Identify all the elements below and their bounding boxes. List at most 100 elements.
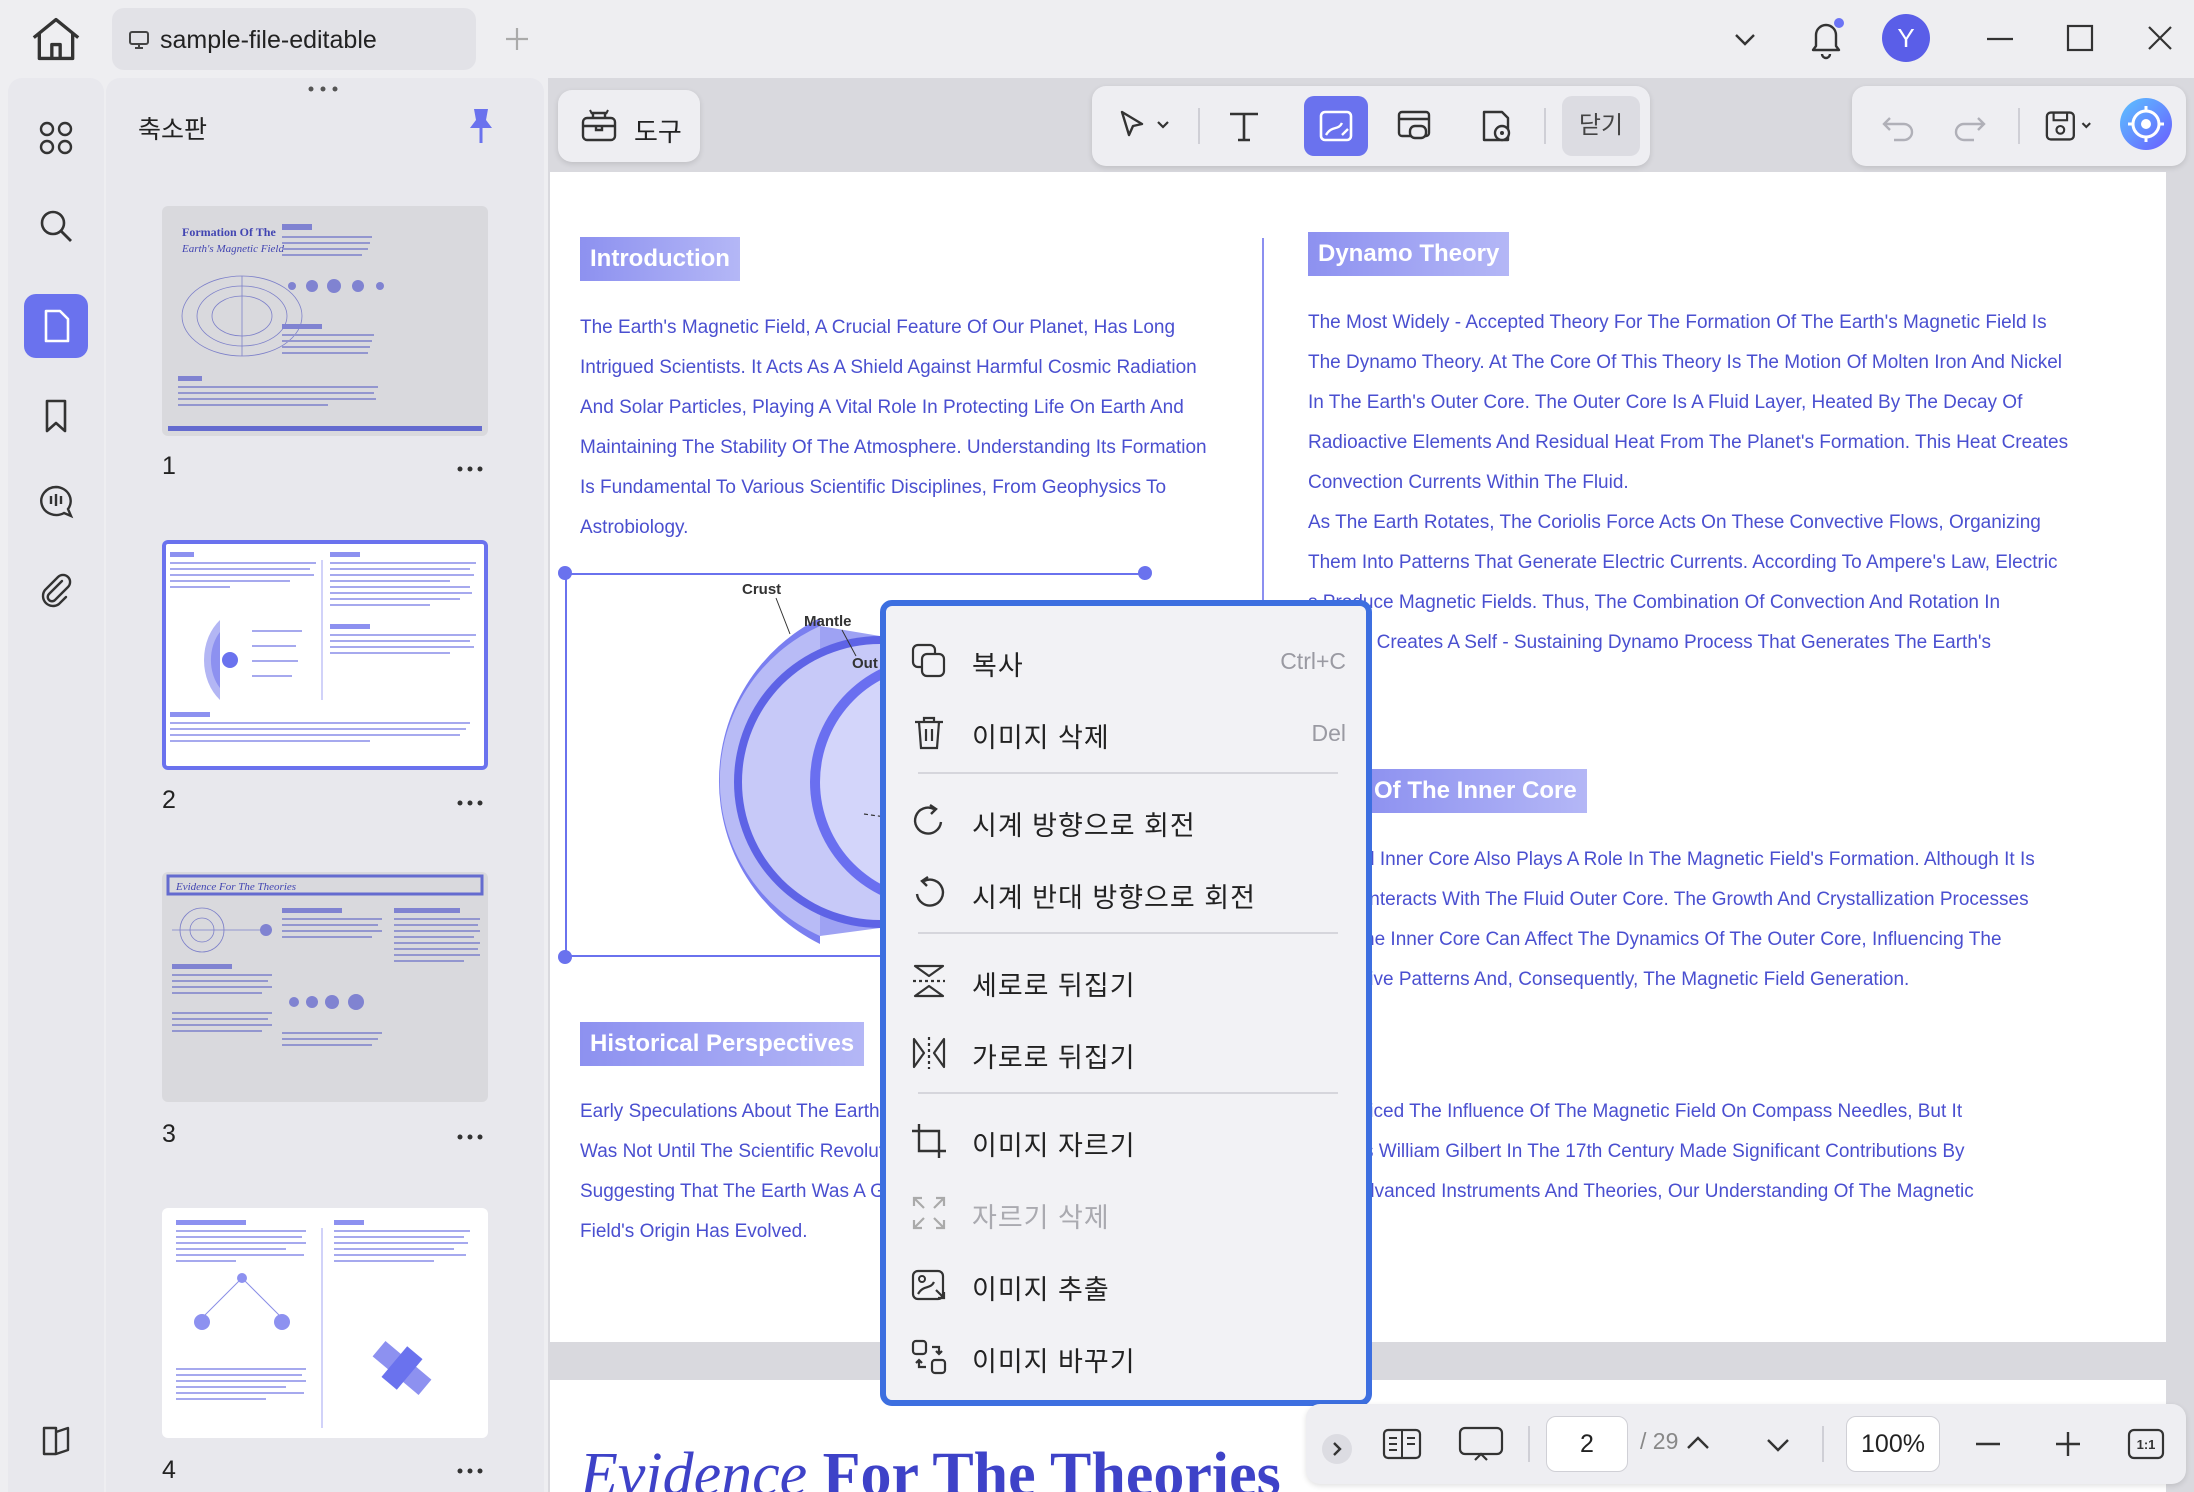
tools-button[interactable]: 도구	[558, 90, 700, 162]
page-thumbnail-2[interactable]	[162, 540, 488, 770]
title-part-italic: Evidence	[580, 1441, 808, 1492]
text-line: Radioactive Elements And Residual Heat F…	[1308, 432, 2069, 453]
document-tab[interactable]: sample-file-editable	[112, 8, 476, 70]
image-edit-icon[interactable]	[1304, 96, 1368, 156]
image-context-menu: 복사 Ctrl+C 이미지 삭제 Del 시계 방향으로 회전 시계 반대 방향…	[880, 600, 1372, 1406]
resize-handle[interactable]	[558, 950, 572, 964]
chevron-down-icon[interactable]	[1756, 1422, 1800, 1466]
section-heading-historical[interactable]: Historical Perspectives	[580, 1022, 865, 1066]
resize-handle[interactable]	[1138, 566, 1152, 580]
link-tool-icon[interactable]	[1382, 96, 1446, 156]
layers-icon[interactable]	[24, 1408, 88, 1472]
comment-icon[interactable]	[24, 470, 88, 534]
text-line: Early Speculations About The Earth'	[580, 1101, 884, 1122]
next-page-title[interactable]: Evidence For The Theories	[580, 1440, 1281, 1492]
resize-handle[interactable]	[306, 84, 340, 94]
expand-toggle-icon[interactable]	[1320, 1427, 1354, 1471]
pin-icon[interactable]	[464, 106, 498, 146]
menu-item-label: 복사	[972, 651, 1024, 681]
section-heading-dynamo[interactable]: Dynamo Theory	[1308, 232, 1510, 276]
add-tab-icon[interactable]	[500, 22, 534, 56]
crop-icon	[910, 1122, 948, 1160]
text-line: The Most Widely - Accepted Theory For Th…	[1308, 312, 2047, 333]
actual-size-button[interactable]: 1:1	[2124, 1422, 2168, 1466]
avatar[interactable]: Y	[1882, 14, 1930, 62]
chevron-up-icon[interactable]	[1676, 1422, 1720, 1466]
historical-paragraph[interactable]: Early Speculations About The Earth' Was N…	[580, 1092, 885, 1252]
current-page-input[interactable]: 2	[1546, 1416, 1628, 1472]
total-pages: / 29	[1640, 1428, 1679, 1454]
attachment-icon[interactable]	[24, 558, 88, 622]
page-layout-icon[interactable]	[1380, 1422, 1424, 1466]
text-line: Suggesting That The Earth Was A G	[580, 1181, 885, 1202]
menu-item-label: 이미지 추출	[972, 1275, 1110, 1305]
save-icon[interactable]	[2030, 96, 2108, 156]
zoom-in-icon[interactable]	[2046, 1422, 2090, 1466]
zoom-out-icon[interactable]	[1966, 1422, 2010, 1466]
menu-item-crop-image[interactable]: 이미지 자르기	[910, 1106, 1346, 1172]
bookmark-icon[interactable]	[24, 384, 88, 448]
ai-assistant-icon[interactable]	[2120, 98, 2172, 150]
text-line: tive Patterns And, Consequently, The Mag…	[1364, 969, 1910, 990]
menu-item-rotate-counterclockwise[interactable]: 시계 반대 방향으로 회전	[910, 858, 1346, 924]
more-options-icon[interactable]	[456, 1466, 484, 1476]
minimize-icon[interactable]	[1984, 24, 2016, 54]
search-icon[interactable]	[24, 194, 88, 258]
menu-item-flip-horizontal[interactable]: 가로로 뒤집기	[910, 1018, 1346, 1084]
menu-separator	[918, 772, 1338, 774]
menu-separator	[918, 932, 1338, 934]
undo-icon[interactable]	[1866, 96, 1930, 156]
text-line: Convection Currents Within The Fluid.	[1308, 472, 1629, 493]
menu-item-extract-image[interactable]: 이미지 추출	[910, 1250, 1346, 1316]
text-tool-icon[interactable]	[1212, 96, 1276, 156]
text-line: ticed The Influence Of The Magnetic Fiel…	[1364, 1101, 1963, 1122]
document-tab-title: sample-file-editable	[160, 26, 377, 54]
panel-title: 축소판	[138, 116, 208, 144]
text-line: Interacts With The Fluid Outer Core. The…	[1364, 889, 2029, 910]
section-heading-inner-core[interactable]: Of The Inner Core	[1364, 769, 1587, 813]
text-line: dvanced Instruments And Theories, Our Un…	[1364, 1181, 1974, 1202]
close-edit-button[interactable]: 닫기	[1562, 96, 1640, 156]
thumb-heading: Formation Of The	[182, 225, 276, 239]
menu-item-rotate-clockwise[interactable]: 시계 방향으로 회전	[910, 786, 1346, 852]
menu-item-replace-image[interactable]: 이미지 바꾸기	[910, 1322, 1346, 1388]
presentation-icon[interactable]	[1456, 1422, 1506, 1466]
close-icon[interactable]	[2144, 22, 2176, 54]
text-line: d Inner Core Also Plays A Role In The Ma…	[1364, 849, 2035, 870]
more-options-icon[interactable]	[456, 464, 484, 474]
edit-page-icon[interactable]	[24, 294, 88, 358]
historical-paragraph-right[interactable]: ticed The Influence Of The Magnetic Fiel…	[1364, 1092, 1974, 1212]
page-number-4: 4	[162, 1456, 176, 1484]
menu-item-label: 가로로 뒤집기	[972, 1043, 1136, 1073]
menu-item-flip-vertical[interactable]: 세로로 뒤집기	[910, 946, 1346, 1012]
menu-item-delete-image[interactable]: 이미지 삭제 Del	[910, 698, 1346, 764]
menu-item-label: 이미지 자르기	[972, 1131, 1136, 1161]
home-icon[interactable]	[28, 14, 84, 64]
page-thumbnail-4[interactable]	[162, 1208, 488, 1438]
text-line: s Produce Magnetic Fields. Thus, The Com…	[1308, 592, 2001, 613]
flip-horizontal-icon	[910, 1034, 948, 1072]
more-options-icon[interactable]	[456, 1132, 484, 1142]
menu-item-remove-crop[interactable]: 자르기 삭제	[910, 1178, 1346, 1244]
zoom-level[interactable]: 100%	[1846, 1416, 1940, 1472]
grid-icon[interactable]	[24, 106, 88, 170]
page-number-2: 2	[162, 786, 176, 814]
more-options-icon[interactable]	[456, 798, 484, 808]
text-line: And Solar Particles, Playing A Vital Rol…	[580, 397, 1184, 418]
introduction-paragraph[interactable]: The Earth's Magnetic Field, A Crucial Fe…	[580, 308, 1207, 548]
menu-item-label: 시계 반대 방향으로 회전	[972, 883, 1256, 913]
page-thumbnail-1[interactable]: Formation Of The Earth's Magnetic Field	[162, 206, 488, 436]
section-heading-introduction[interactable]: Introduction	[580, 237, 740, 281]
redo-icon[interactable]	[1938, 96, 2002, 156]
select-tool-button[interactable]	[1104, 96, 1188, 156]
watermark-tool-icon[interactable]	[1464, 96, 1528, 156]
maximize-icon[interactable]	[2064, 22, 2096, 54]
resize-handle[interactable]	[558, 566, 572, 580]
page-thumbnail-3[interactable]: Evidence For The Theories	[162, 872, 488, 1102]
chevron-down-icon[interactable]	[1730, 24, 1760, 54]
inner-core-paragraph[interactable]: d Inner Core Also Plays A Role In The Ma…	[1364, 840, 2035, 1000]
dynamo-paragraph[interactable]: The Most Widely - Accepted Theory For Th…	[1308, 303, 2068, 703]
remove-crop-icon	[910, 1194, 948, 1232]
menu-item-shortcut: Del	[1311, 720, 1346, 746]
menu-item-copy[interactable]: 복사 Ctrl+C	[910, 626, 1346, 692]
